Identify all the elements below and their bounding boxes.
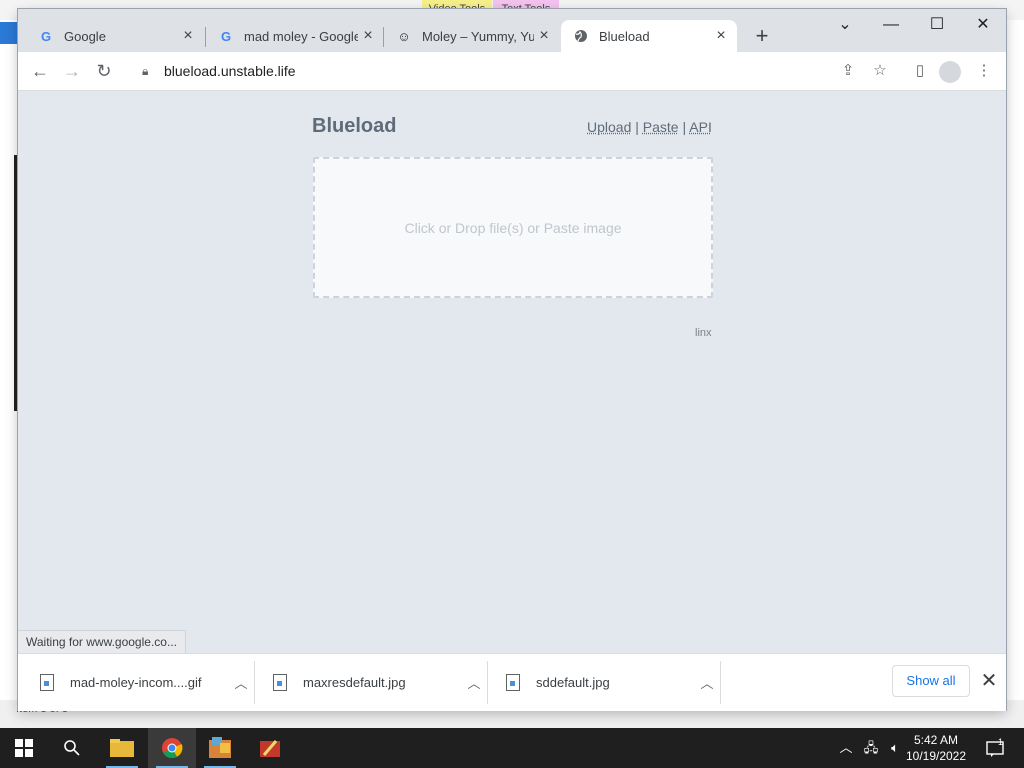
status-bubble: Waiting for www.google.co...: [18, 630, 186, 653]
chevron-up-icon[interactable]: ︿: [696, 673, 718, 692]
tab-strip: G Google × G mad moley - Google × ☺ Mole…: [18, 9, 1006, 52]
downloads-bar: mad-moley-incom....gif ︿ maxresdefault.j…: [18, 653, 1006, 711]
close-tab-icon[interactable]: ×: [711, 27, 731, 45]
download-filename: maxresdefault.jpg: [303, 675, 406, 690]
system-clock[interactable]: 5:42 AM 10/19/2022: [904, 732, 968, 764]
show-all-button[interactable]: Show all: [892, 665, 970, 697]
paste-link[interactable]: Paste: [643, 119, 679, 135]
file-drop-zone[interactable]: Click or Drop file(s) or Paste image: [313, 157, 713, 298]
upload-link[interactable]: Upload: [587, 119, 631, 135]
chrome-taskbar-icon[interactable]: [148, 728, 196, 768]
tab-title: Google: [64, 28, 106, 44]
image-app-icon[interactable]: [196, 728, 244, 768]
close-tab-icon[interactable]: ×: [534, 27, 554, 45]
close-window-button[interactable]: ✕: [960, 9, 1006, 41]
tab-moley[interactable]: ☺ Moley – Yummy, Yum ×: [384, 20, 560, 52]
lock-icon[interactable]: 🔒︎: [142, 64, 156, 79]
profile-avatar-icon[interactable]: [939, 61, 961, 83]
google-g-icon: G: [220, 28, 232, 44]
forward-arrow-icon[interactable]: →: [58, 57, 86, 85]
network-icon[interactable]: 🖧︎: [860, 728, 882, 768]
download-filename: mad-moley-incom....gif: [70, 675, 202, 690]
download-item[interactable]: sddefault.jpg ︿: [484, 654, 718, 711]
back-arrow-icon[interactable]: ←: [26, 57, 54, 85]
notification-count: 1: [998, 737, 1004, 747]
clock-time: 5:42 AM: [913, 733, 959, 747]
linx-link[interactable]: linx: [695, 327, 712, 339]
notification-center-icon[interactable]: 1: [980, 728, 1010, 768]
site-nav: Upload | Paste | API: [587, 119, 712, 135]
chevron-up-icon[interactable]: ︿: [230, 673, 252, 692]
close-tab-icon[interactable]: ×: [358, 27, 378, 45]
tab-mad-moley-google[interactable]: G mad moley - Google ×: [206, 20, 384, 52]
url-text[interactable]: blueload.unstable.life: [164, 63, 296, 79]
windows-taskbar: ︿ 🖧︎ 🔈︎ 5:42 AM 10/19/2022 1: [0, 728, 1024, 768]
chevron-up-icon[interactable]: ︿: [463, 673, 485, 692]
browser-toolbar: ← → ↻ 🔒︎ blueload.unstable.life ⇪ ☆ ▯ ⋮: [18, 52, 1006, 91]
tab-search-icon[interactable]: ⌄: [822, 9, 868, 41]
google-g-icon: G: [40, 28, 52, 44]
nav-separator: |: [682, 119, 687, 135]
maximize-button[interactable]: ☐: [914, 9, 960, 41]
paint-app-icon[interactable]: [246, 728, 294, 768]
menu-kebab-icon[interactable]: ⋮: [970, 57, 998, 85]
image-file-icon: [506, 674, 520, 691]
volume-icon[interactable]: 🔈︎: [884, 728, 906, 768]
tab-title: Moley – Yummy, Yum: [422, 28, 534, 44]
reload-icon[interactable]: ↻: [90, 57, 118, 85]
tab-google[interactable]: G Google ×: [26, 20, 204, 52]
download-item[interactable]: mad-moley-incom....gif ︿: [18, 654, 252, 711]
search-icon[interactable]: [48, 728, 96, 768]
side-panel-icon[interactable]: ▯: [906, 57, 934, 85]
site-brand[interactable]: Blueload: [312, 115, 396, 138]
close-downloads-icon[interactable]: ✕: [978, 668, 1000, 694]
address-bar[interactable]: 🔒︎ blueload.unstable.life: [130, 56, 830, 86]
chevron-up-icon[interactable]: ︿: [836, 728, 856, 768]
download-filename: sddefault.jpg: [536, 675, 610, 690]
download-item[interactable]: maxresdefault.jpg ︿: [251, 654, 485, 711]
globe-icon: [573, 28, 589, 44]
bookmark-star-icon[interactable]: ☆: [866, 57, 894, 85]
background-app-blue-strip: [0, 22, 18, 44]
clock-date: 10/19/2022: [905, 749, 967, 763]
close-tab-icon[interactable]: ×: [178, 27, 198, 45]
moley-icon: ☺: [397, 28, 411, 44]
file-explorer-icon[interactable]: [98, 728, 146, 768]
browser-window: G Google × G mad moley - Google × ☺ Mole…: [18, 9, 1006, 711]
minimize-button[interactable]: —: [868, 9, 914, 41]
windows-start-icon[interactable]: [0, 728, 48, 768]
share-icon[interactable]: ⇪: [834, 57, 862, 85]
nav-separator: |: [635, 119, 639, 135]
tab-title: Blueload: [599, 28, 650, 44]
api-link[interactable]: API: [689, 119, 712, 135]
download-separator: [720, 661, 721, 704]
tab-title: mad moley - Google: [244, 28, 358, 44]
image-file-icon: [273, 674, 287, 691]
image-file-icon: [40, 674, 54, 691]
drop-zone-text: Click or Drop file(s) or Paste image: [404, 219, 622, 236]
page-content: Blueload Upload | Paste | API Click or D…: [18, 91, 1006, 653]
new-tab-button[interactable]: +: [748, 23, 776, 51]
tab-blueload[interactable]: Blueload ×: [561, 20, 737, 52]
